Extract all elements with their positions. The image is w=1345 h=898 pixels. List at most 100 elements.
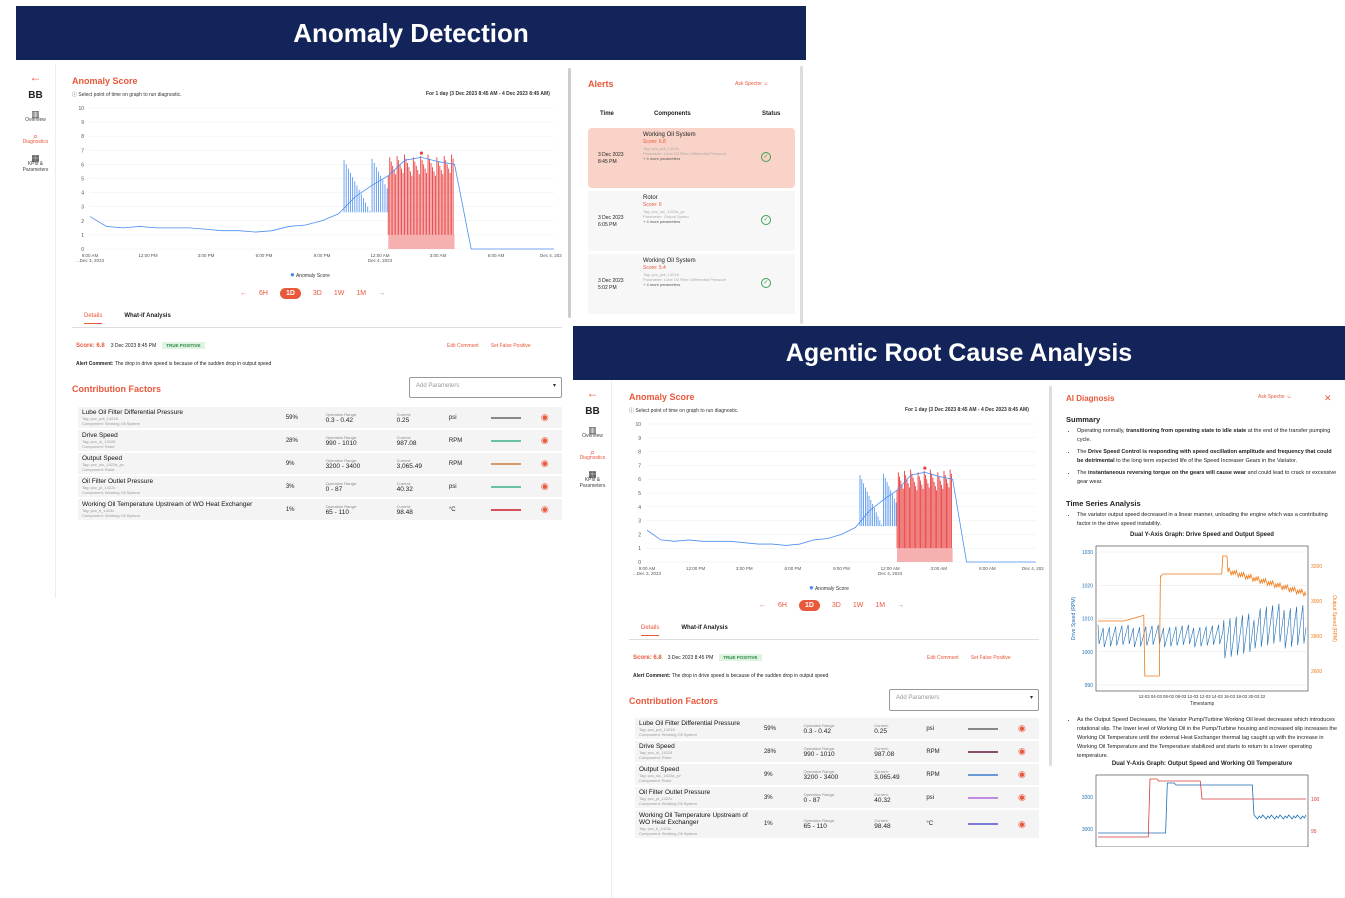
op-range: 0.3 - 0.42 <box>803 727 831 735</box>
anomaly-chart-svg: 0123456789109:00 AM...Dec 3, 202312:00 P… <box>76 106 568 263</box>
range-3d[interactable]: 3D <box>832 602 841 609</box>
contribution-table: Lube Oil Filter Differential Pressure Tag… <box>635 718 1039 840</box>
param-percent: 1% <box>759 809 800 840</box>
table-row[interactable]: Drive Speed Tag: pcc_si_14226 Component: R… <box>78 429 562 453</box>
score-links: Edit Comment Set False Positive <box>927 655 1011 661</box>
range-6h[interactable]: 6H <box>778 602 787 609</box>
alerts-scrollbar[interactable] <box>800 66 803 324</box>
alert-score: Score: 6.8 <box>643 139 666 145</box>
dual-axis-chart-1[interactable]: 1030 1020 1010 1000 990 3200 3000 2800 2600 Drive… <box>1066 538 1338 713</box>
table-row[interactable]: Oil Filter Outlet Pressure Tag: pcc_pi_14… <box>635 786 1039 810</box>
false-positive-link[interactable]: Set False Positive <box>491 343 531 349</box>
dual-axis-chart-2[interactable]: 3200 3000 100 95 <box>1066 767 1338 848</box>
table-row[interactable]: Lube Oil Filter Differential Pressure Tag… <box>635 718 1039 741</box>
param-component: Component: Rotor <box>639 755 672 760</box>
range-3d[interactable]: 3D <box>313 290 322 297</box>
edit-comment-link[interactable]: Edit Comment <box>927 655 959 661</box>
anomaly-chart[interactable]: 0 1 2 3 4 5 6 7 8 9 10 9:00 AM ...Dec 3, 2023 12:00 P… <box>72 102 568 267</box>
alert-row[interactable]: 3 Dec 2023 5:02 PM Working Oil System Scor… <box>588 254 795 314</box>
series-color-swatch <box>490 416 521 419</box>
table-row[interactable]: Drive Speed Tag: pcc_si_14226 Component: R… <box>635 740 1039 764</box>
op-range: 990 - 1010 <box>325 439 357 447</box>
y-tick-label: 5 <box>638 491 641 497</box>
edit-comment-link[interactable]: Edit Comment <box>447 343 479 349</box>
table-row[interactable]: Output Speed Tag: pcc_sic_1422a_pv Compone… <box>635 763 1039 787</box>
current-value: 3,065.49 <box>396 462 422 470</box>
nav-diagnostics[interactable]: ⌕ Diagnostics <box>574 448 611 462</box>
check-icon: ✓ <box>761 215 771 225</box>
table-row[interactable]: Working Oil Temperature Upstream of WO H… <box>635 809 1039 840</box>
tab-details[interactable]: Details <box>641 625 660 636</box>
nav-overview[interactable]: ▥ Overview <box>574 426 611 440</box>
scrollbar[interactable] <box>1049 386 1052 766</box>
range-1m[interactable]: 1M <box>356 290 366 297</box>
nav-label: Overview <box>582 433 603 439</box>
range-1d[interactable]: 1D <box>798 600 820 611</box>
range-1m[interactable]: 1M <box>875 602 885 609</box>
table-row[interactable]: Oil Filter Outlet Pressure Tag: pcc_pi_14… <box>78 475 562 499</box>
param-name: Drive Speed <box>82 432 118 439</box>
nav-kpis[interactable]: ▦ KPIs & Parameters <box>16 154 55 174</box>
nav-diagnostics[interactable]: ⌕ Diagnostics <box>16 132 55 146</box>
eye-icon[interactable]: ◉ <box>1018 769 1026 779</box>
series-color-swatch <box>967 796 998 799</box>
table-row[interactable]: Output Speed Tag: pcc_sic_1422a_pv Compone… <box>78 452 562 476</box>
current-value: 987.08 <box>874 750 895 758</box>
close-icon[interactable]: ✕ <box>1324 393 1332 404</box>
range-1w[interactable]: 1W <box>853 602 864 609</box>
x-tick-label: 12:00 PM <box>138 253 158 258</box>
alerts: Alerts Ask Spector ☺ Time Components Sta… <box>578 64 805 326</box>
tab-whatif[interactable]: What-if Analysis <box>681 625 727 636</box>
nav-kpis[interactable]: ▦ KPIs & Parameters <box>574 470 611 490</box>
sidebar: ← BB ▥ Overview ⌕ Diagnostics ▦ KPIs & Para… <box>16 64 56 598</box>
ask-spector-link[interactable]: Ask Spector ☺ <box>735 81 768 87</box>
eye-icon[interactable]: ◉ <box>541 481 549 491</box>
eye-icon[interactable]: ◉ <box>541 504 549 514</box>
eye-icon[interactable]: ◉ <box>1018 723 1026 733</box>
param-unit: RPM <box>922 763 964 787</box>
table-row[interactable]: Working Oil Temperature Upstream of WO H… <box>78 498 562 522</box>
y-tick-label-right: 95 <box>1311 829 1317 835</box>
param-unit: RPM <box>444 429 487 453</box>
next-arrow-icon[interactable]: → <box>378 290 385 297</box>
false-positive-link[interactable]: Set False Positive <box>971 655 1011 661</box>
alert-score: Score: 6 <box>643 202 662 208</box>
x-axis-label: Timestamp <box>1190 701 1215 707</box>
output-speed-line <box>1098 555 1307 677</box>
eye-icon[interactable]: ◉ <box>1018 746 1026 756</box>
table-row[interactable]: Lube Oil Filter Differential Pressure Tag… <box>78 407 562 430</box>
range-1d[interactable]: 1D <box>279 288 301 299</box>
anomaly-chart-2[interactable]: 0 1 2 3 4 5 6 7 8 9 10 9:00 AM ...Dec 3, 2023 12:00 P… <box>629 418 1050 580</box>
eye-icon[interactable]: ◉ <box>541 412 549 422</box>
add-parameters-select[interactable]: Add Parameters ▾ <box>889 689 1039 711</box>
nav-overview[interactable]: ▥ Overview <box>16 110 55 124</box>
eye-icon[interactable]: ◉ <box>1018 819 1026 829</box>
range-6h[interactable]: 6H <box>259 290 268 297</box>
eye-icon[interactable]: ◉ <box>541 458 549 468</box>
y-tick-label: 10 <box>635 422 641 428</box>
y-axis-label: Drive Speed (RPM) <box>1071 597 1077 641</box>
next-arrow-icon[interactable]: → <box>897 602 904 609</box>
y-tick-label: 8 <box>81 134 84 140</box>
y-tick-label: 1010 <box>1082 617 1093 623</box>
alert-row[interactable]: 3 Dec 2023 6:05 PM Rotor Score: 6 Tag: pcc_… <box>588 191 795 251</box>
prev-arrow-icon[interactable]: ← <box>240 290 247 297</box>
tab-whatif[interactable]: What-if Analysis <box>124 313 170 324</box>
param-unit: RPM <box>444 452 487 476</box>
back-arrow-icon[interactable]: ← <box>574 386 611 400</box>
alerts-title: Alerts <box>588 79 614 89</box>
param-unit: psi <box>922 786 964 810</box>
eye-icon[interactable]: ◉ <box>1018 792 1026 802</box>
y-tick-label: 9 <box>638 436 641 442</box>
prev-arrow-icon[interactable]: ← <box>759 602 766 609</box>
param-name: Oil Filter Outlet Pressure <box>82 478 154 485</box>
range-1w[interactable]: 1W <box>334 290 345 297</box>
ask-spector-link[interactable]: Ask Spector ☺ <box>1258 394 1291 400</box>
scrollbar[interactable] <box>568 68 571 318</box>
back-arrow-icon[interactable]: ← <box>16 70 55 84</box>
add-parameters-select[interactable]: Add Parameters ▾ <box>409 377 562 398</box>
eye-icon[interactable]: ◉ <box>541 435 549 445</box>
legend-dot-icon: ● <box>290 270 295 279</box>
alert-row[interactable]: 3 Dec 2023 8:45 PM Working Oil System Scor… <box>588 128 795 188</box>
tab-details[interactable]: Details <box>84 313 103 324</box>
